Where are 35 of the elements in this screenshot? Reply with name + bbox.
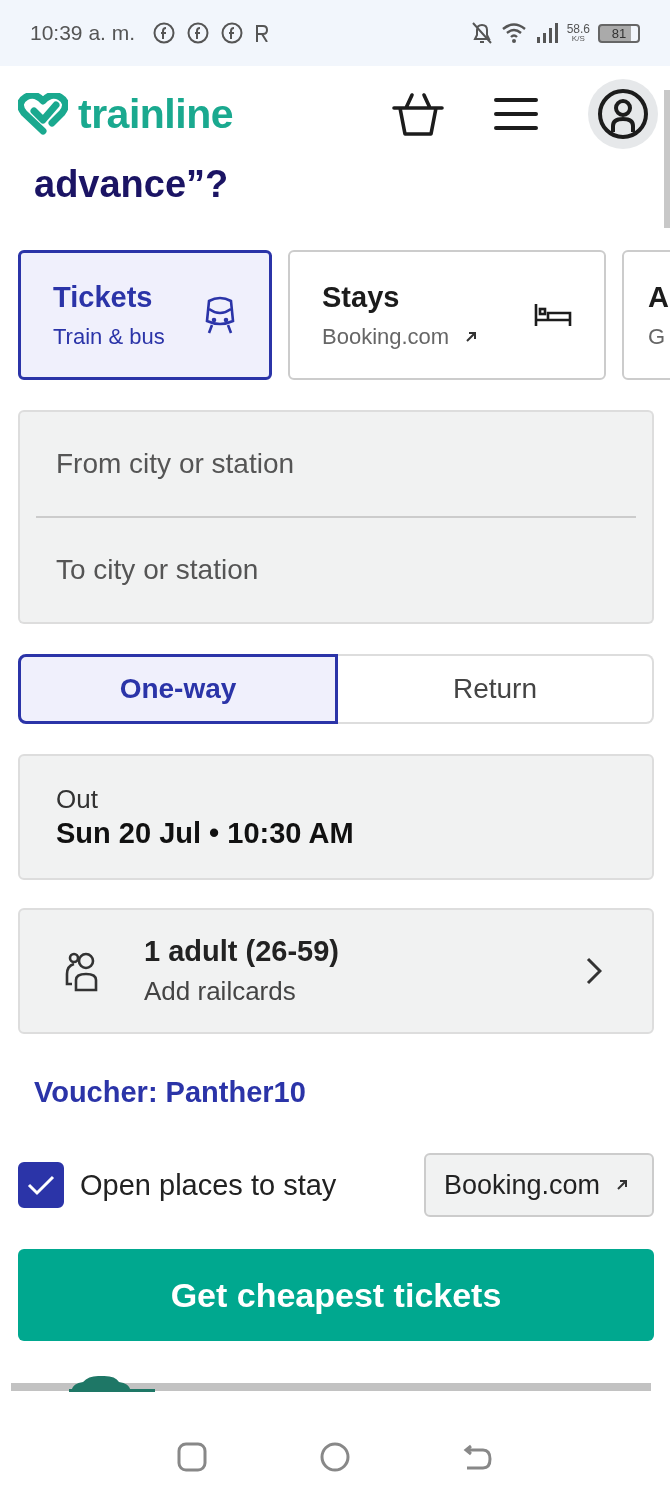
trip-type-toggle[interactable]: Return xyxy=(338,654,654,724)
bed-icon xyxy=(534,304,572,326)
to-field[interactable]: To city or station xyxy=(18,518,654,624)
trip-type-toggle[interactable]: One-way xyxy=(18,654,338,724)
notification-icon xyxy=(153,22,176,44)
category-tab[interactable]: Stays Booking.com xyxy=(288,250,606,380)
voucher-link[interactable]: Voucher: Panther10 xyxy=(34,1076,306,1109)
network-speed-unit: K/S xyxy=(571,35,585,43)
signal-icon xyxy=(536,23,559,43)
basket-icon[interactable] xyxy=(392,92,444,136)
battery-level: 81 xyxy=(598,23,640,43)
notification-icon xyxy=(255,24,270,42)
checkbox-label: Open places to stay xyxy=(80,1168,337,1202)
check-icon xyxy=(27,1174,55,1196)
notification-icon xyxy=(221,22,244,44)
people-icon xyxy=(64,950,100,992)
date-field[interactable]: Out Sun 20 Jul • 10:30 AM xyxy=(18,754,654,880)
heading-text: advance”? xyxy=(34,162,230,202)
muted-bell-icon xyxy=(470,21,493,45)
chevron-right-icon xyxy=(586,957,602,985)
from-field[interactable]: From city or station xyxy=(18,410,654,516)
recent-apps-icon[interactable] xyxy=(176,1442,207,1472)
heart-check-icon xyxy=(18,93,68,135)
home-icon[interactable] xyxy=(320,1442,350,1472)
back-icon[interactable] xyxy=(463,1442,494,1472)
passengers-field[interactable]: 1 adult (26-59) Add railcards xyxy=(18,908,654,1034)
booking-button[interactable]: Booking.com xyxy=(423,1153,654,1217)
network-speed: 58.6 xyxy=(566,23,590,35)
category-tab[interactable]: A G xyxy=(622,250,670,380)
status-time: 10:39 a. m. xyxy=(30,21,136,45)
notification-icon xyxy=(187,22,210,44)
checkbox[interactable] xyxy=(18,1162,64,1208)
train-icon xyxy=(203,295,237,335)
category-tab[interactable]: Tickets Train & bus xyxy=(18,250,272,380)
menu-icon[interactable] xyxy=(494,97,538,131)
